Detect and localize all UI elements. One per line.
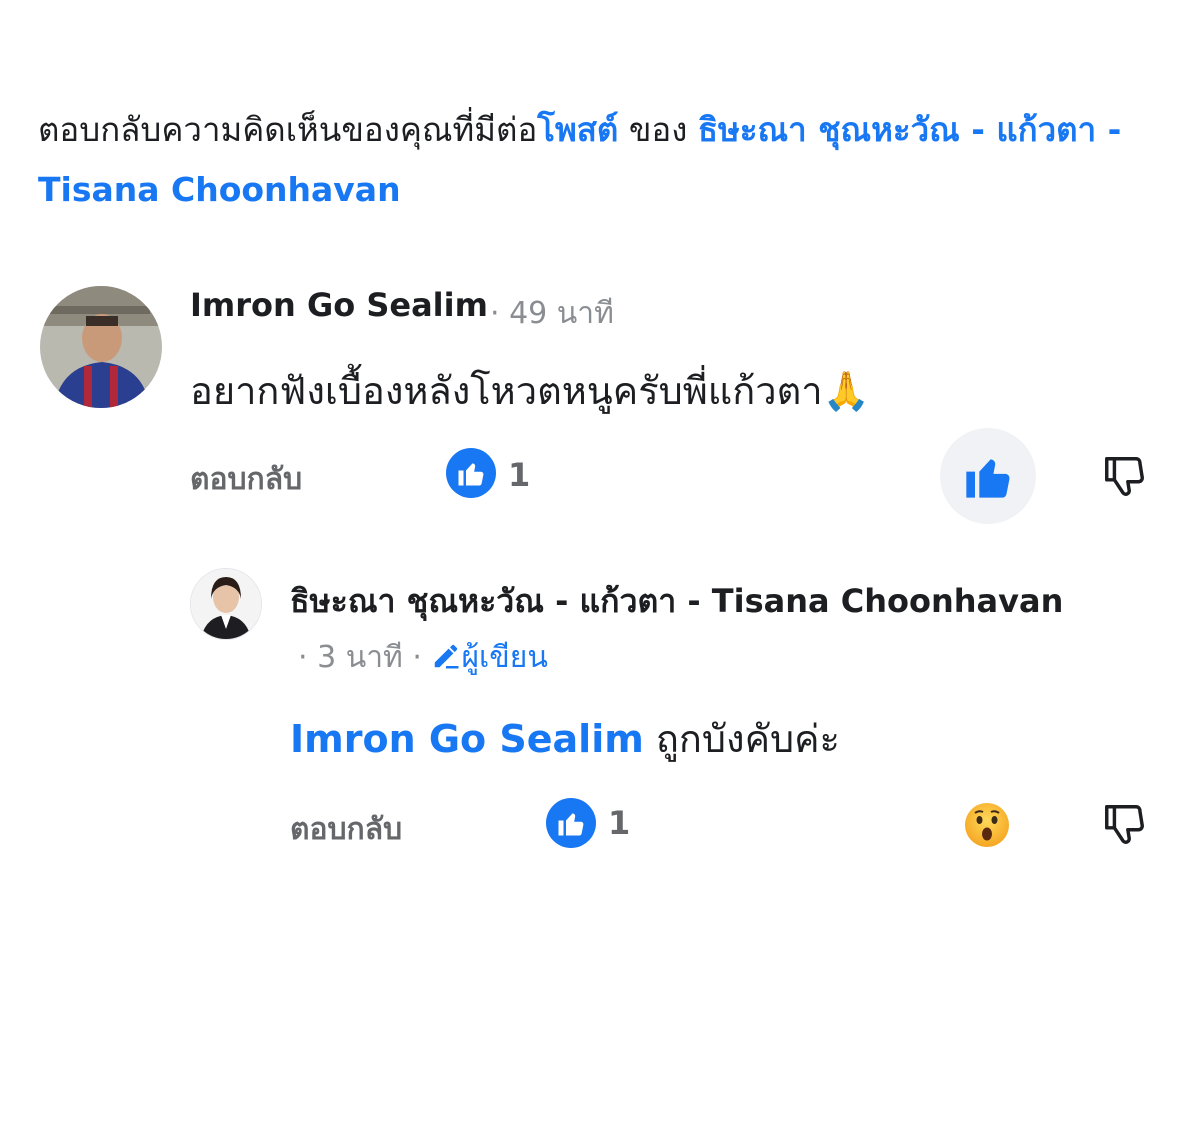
- thumbs-down-icon: [1105, 805, 1144, 844]
- reply-reply-button[interactable]: ตอบกลับ: [290, 806, 402, 853]
- reply-text: Imron Go Sealim ถูกบังคับค่ะ: [290, 708, 840, 769]
- reply-timestamp: · 3 นาที ·: [298, 640, 422, 675]
- header-middle: ของ: [618, 110, 698, 149]
- comment-text-content: อยากฟังเบื้องหลังโหวตหนูครับพี่แก้วตา: [190, 369, 823, 413]
- comment-text: อยากฟังเบื้องหลังโหวตหนูครับพี่แก้วตา🙏: [190, 360, 870, 421]
- reply-button[interactable]: ตอบกลับ: [190, 456, 302, 503]
- reply-like-reaction-icon: [546, 798, 596, 848]
- pray-emoji-icon: 🙏: [822, 369, 870, 413]
- mention-link[interactable]: Imron Go Sealim: [290, 717, 644, 761]
- thumbs-down-icon: [1105, 457, 1144, 496]
- header-prefix: ตอบกลับความคิดเห็นของคุณที่มีต่อ: [38, 110, 538, 149]
- post-link[interactable]: โพสต์: [537, 110, 618, 149]
- reply-context-header: ตอบกลับความคิดเห็นของคุณที่มีต่อโพสต์ ขอ…: [38, 100, 1168, 220]
- thumbs-up-icon: [966, 459, 1010, 498]
- author-badge-label: ผู้เขียน: [461, 640, 548, 675]
- comment-notification-page: ตอบกลับความคิดเห็นของคุณที่มีต่อโพสต์ ขอ…: [0, 0, 1200, 1148]
- pencil-icon: [435, 644, 459, 669]
- reply-text-content: ถูกบังคับค่ะ: [643, 717, 840, 761]
- wow-reaction-button[interactable]: [962, 800, 1012, 850]
- reply-like-count: 1: [608, 804, 631, 842]
- reply-meta: · 3 นาที · ผู้เขียน: [298, 634, 548, 681]
- author-badge: ผู้เขียน: [431, 640, 548, 675]
- like-reaction-icon: [446, 448, 496, 498]
- reply-author-name[interactable]: ธิษะณา ชุณหะวัณ - แก้วตา - Tisana Choonh…: [290, 576, 1063, 627]
- commenter-avatar[interactable]: [40, 286, 162, 408]
- page-avatar[interactable]: [190, 568, 262, 640]
- comment-timestamp: · 49 นาที: [490, 296, 614, 331]
- like-count: 1: [508, 456, 531, 494]
- commenter-name[interactable]: Imron Go Sealim: [190, 286, 488, 324]
- dislike-button[interactable]: [1096, 448, 1152, 504]
- wow-emoji-icon: [965, 803, 1009, 847]
- reply-dislike-button[interactable]: [1096, 796, 1152, 852]
- like-button[interactable]: [940, 428, 1036, 524]
